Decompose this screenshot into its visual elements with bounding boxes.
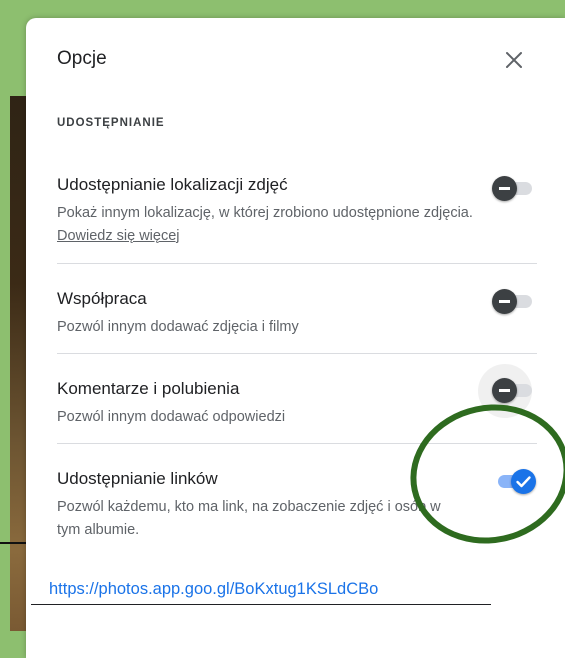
toggle-collaboration[interactable] (492, 289, 536, 314)
setting-title: Udostępnianie lokalizacji zdjęć (57, 175, 288, 194)
link-underline (31, 604, 491, 605)
divider (57, 353, 537, 354)
setting-description: Pozwól innym dodawać zdjęcia i filmy (57, 319, 299, 335)
section-heading: UDOSTĘPNIANIE (57, 117, 165, 129)
setting-collaboration: Współpraca Pozwól innym dodawać zdjęcia … (57, 288, 537, 339)
toggle-location-sharing[interactable] (492, 176, 536, 201)
share-link[interactable]: https://photos.app.goo.gl/BoKxtug1KSLdCB… (49, 580, 378, 599)
learn-more-link[interactable]: Dowiedz się więcej (57, 228, 180, 244)
toggle-knob-icon (492, 289, 517, 314)
toggle-comments-likes[interactable] (478, 364, 536, 418)
setting-location-sharing: Udostępnianie lokalizacji zdjęć Pokaż in… (57, 174, 537, 248)
setting-description: Pozwól każdemu, kto ma link, na zobaczen… (57, 499, 441, 538)
close-icon[interactable] (500, 46, 528, 74)
toggle-knob-icon (492, 378, 517, 403)
divider (57, 263, 537, 264)
setting-title: Współpraca (57, 289, 147, 308)
setting-description: Pokaż innym lokalizację, w której zrobio… (57, 205, 473, 244)
setting-description: Pozwól innym dodawać odpowiedzi (57, 409, 286, 425)
dialog-title: Opcje (57, 48, 107, 69)
toggle-knob-icon (492, 176, 517, 201)
options-dialog: Opcje UDOSTĘPNIANIE Udostępnianie lokali… (26, 18, 565, 658)
setting-title: Komentarze i polubienia (57, 379, 240, 398)
